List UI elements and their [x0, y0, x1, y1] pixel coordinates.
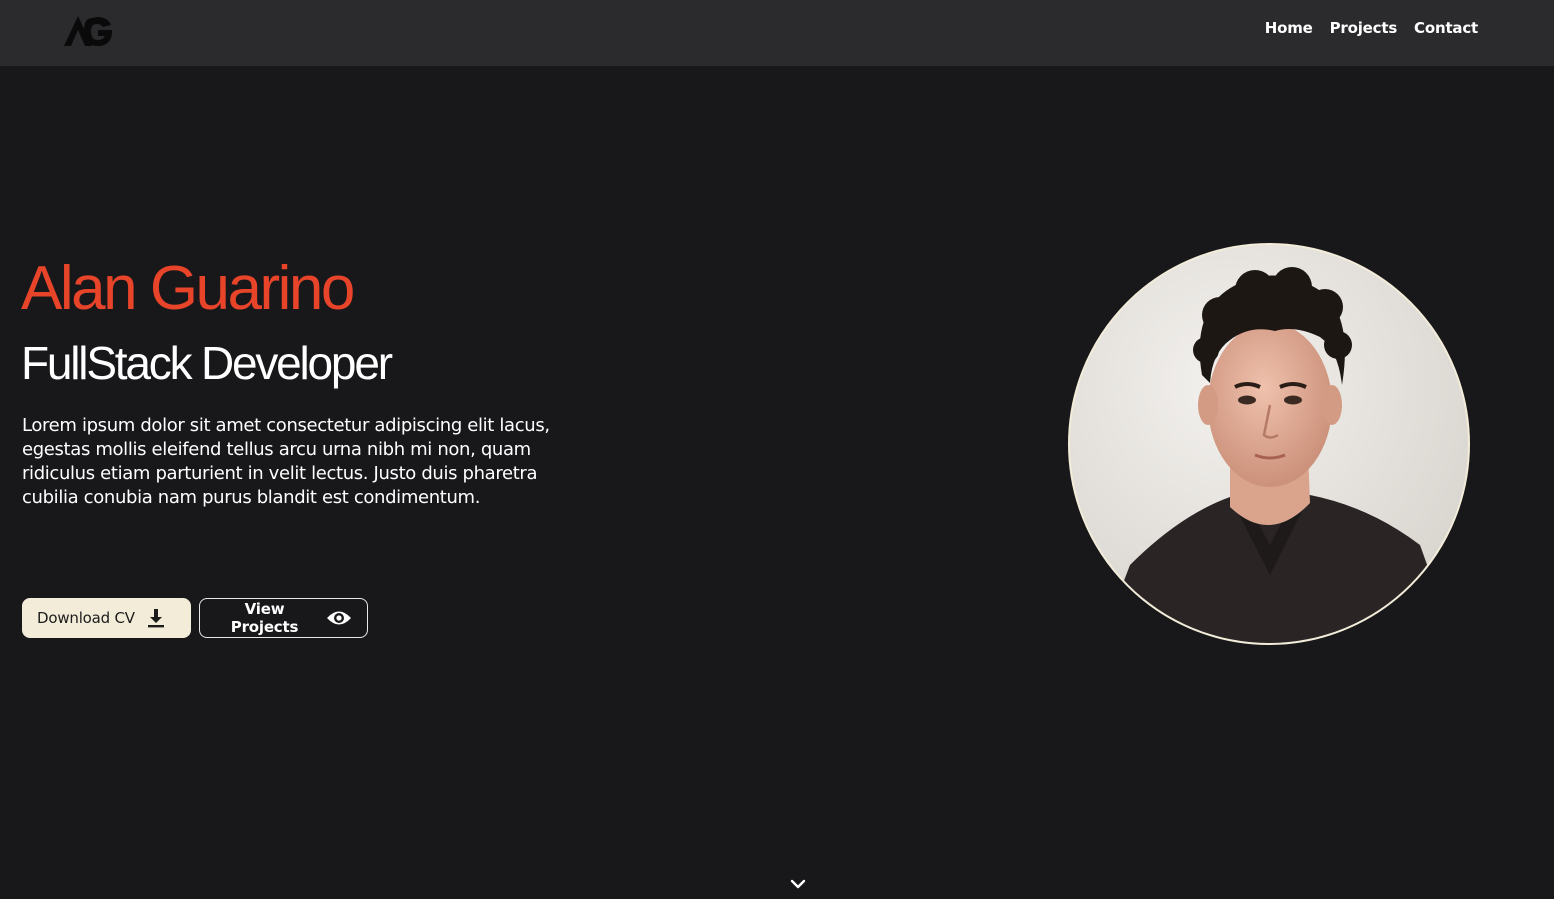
eye-icon — [326, 609, 352, 627]
view-projects-button[interactable]: View Projects — [199, 598, 368, 638]
view-projects-label: View Projects — [230, 600, 299, 636]
nav-projects-link[interactable]: Projects — [1330, 19, 1398, 37]
download-icon — [147, 608, 165, 628]
main-nav: Home Projects Contact — [1265, 19, 1478, 37]
hero-description: Lorem ipsum dolor sit amet consectetur a… — [22, 415, 550, 508]
scroll-down-indicator[interactable] — [789, 876, 807, 890]
profile-photo — [1068, 243, 1470, 645]
hero-buttons: Download CV View Projects — [22, 598, 368, 638]
nav-contact-link[interactable]: Contact — [1414, 19, 1478, 37]
hero-name: Alan Guarino — [21, 254, 355, 323]
logo[interactable] — [62, 12, 116, 48]
hero-role: FullStack Developer — [21, 337, 393, 389]
nav-home-link[interactable]: Home — [1265, 19, 1313, 37]
chevron-down-icon — [790, 879, 806, 889]
navbar: Home Projects Contact — [0, 0, 1554, 66]
ag-logo-icon — [64, 16, 112, 46]
profile-photo-illustration — [1070, 245, 1468, 643]
download-cv-label: Download CV — [37, 609, 135, 627]
download-cv-button[interactable]: Download CV — [22, 598, 191, 638]
